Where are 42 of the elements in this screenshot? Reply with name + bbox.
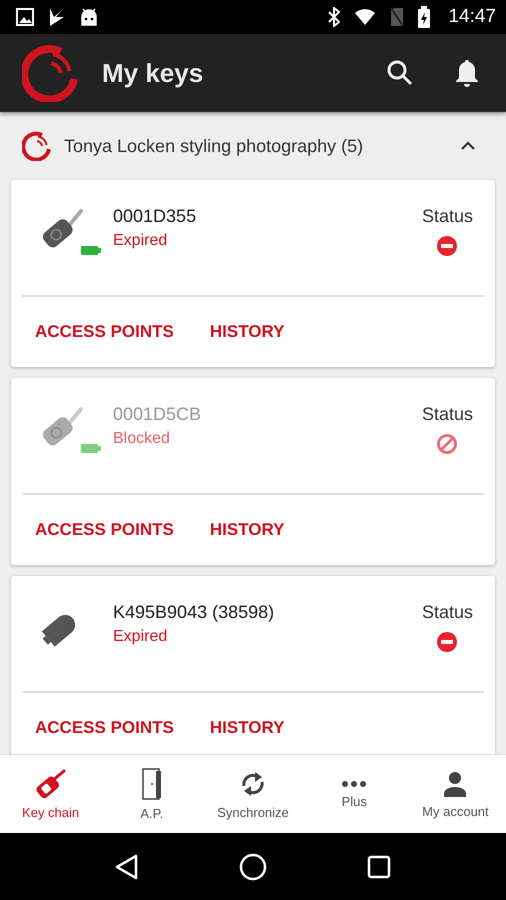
chevron-icon (460, 141, 476, 151)
app-title: My keys (102, 58, 204, 88)
nav-tab[interactable]: My account (404, 755, 506, 833)
key-state: Expired (113, 628, 168, 646)
nav-tab[interactable]: A.P. (101, 755, 202, 833)
no-sim-icon (390, 7, 404, 27)
status-label: Status (422, 206, 473, 227)
nav-tab[interactable]: Synchronize (202, 755, 304, 833)
status-label: Status (422, 404, 473, 425)
clock-time: 14:47 (448, 6, 496, 28)
nav-tab[interactable]: Plus (304, 755, 405, 833)
no-entry-icon (436, 235, 458, 257)
logo-icon (22, 44, 80, 102)
key-fob-icon (34, 768, 68, 798)
status-label: Status (422, 602, 473, 623)
recents-button[interactable] (367, 854, 391, 878)
blocked-icon (436, 433, 458, 455)
door-icon (140, 768, 163, 800)
home-button[interactable] (239, 852, 267, 880)
wifi-icon (354, 8, 376, 26)
person-icon (443, 770, 468, 798)
group-title: Tonya Locken styling photography (5) (64, 136, 364, 156)
nav-tab[interactable]: Key chain (0, 755, 102, 833)
robot-icon (80, 8, 98, 26)
key-id: 0001D355 (113, 206, 198, 227)
bluetooth-icon (328, 7, 340, 27)
back-button[interactable] (115, 854, 139, 880)
image-icon (16, 8, 34, 26)
card-action-link[interactable]: HISTORY (210, 718, 284, 738)
logo-icon (22, 131, 52, 161)
key-id: K495B9043 (38598) (113, 602, 276, 623)
battery-charging-icon (418, 6, 430, 28)
bell-icon (454, 58, 480, 88)
card-action-link[interactable]: ACCESS POINTS (35, 322, 174, 342)
search-icon (386, 59, 414, 87)
more-icon (341, 780, 368, 788)
card-action-link[interactable]: HISTORY (210, 322, 284, 342)
key-state: Blocked (113, 430, 171, 448)
card-action-link[interactable]: ACCESS POINTS (35, 718, 174, 738)
key-id: 0001D5CB (113, 404, 202, 425)
key-state: Expired (113, 232, 168, 250)
no-entry-icon (436, 631, 458, 653)
